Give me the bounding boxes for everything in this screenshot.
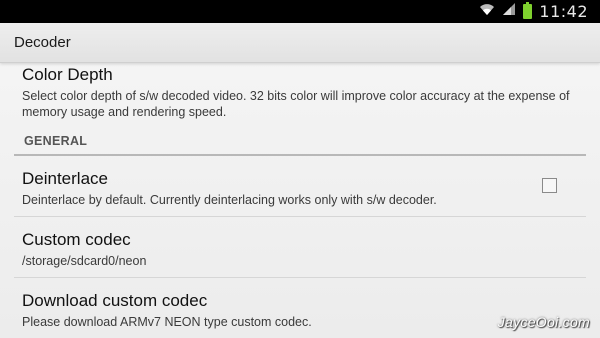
pref-download-codec-title: Download custom codec bbox=[22, 291, 208, 310]
section-divider bbox=[14, 154, 586, 156]
pref-deinterlace-title: Deinterlace bbox=[22, 169, 108, 188]
pref-color-depth-summary: Select color depth of s/w decoded video.… bbox=[22, 89, 570, 119]
pref-deinterlace[interactable]: Deinterlace Deinterlace by default. Curr… bbox=[22, 169, 522, 208]
signal-icon bbox=[502, 2, 516, 21]
divider bbox=[14, 216, 586, 217]
deinterlace-checkbox[interactable] bbox=[542, 178, 557, 193]
decoder-settings-screen: 11:42 Decoder Color Depth Select color d… bbox=[0, 0, 600, 338]
pref-color-depth[interactable]: Color Depth Select color depth of s/w de… bbox=[22, 65, 587, 120]
pref-custom-codec-title: Custom codec bbox=[22, 230, 131, 249]
status-time: 11:42 bbox=[539, 2, 588, 21]
battery-icon bbox=[523, 2, 533, 19]
page-title: Decoder bbox=[14, 34, 71, 51]
wifi-icon bbox=[479, 2, 495, 21]
status-bar: 11:42 bbox=[0, 0, 600, 23]
pref-color-depth-title: Color Depth bbox=[22, 65, 113, 84]
status-icons: 11:42 bbox=[479, 0, 588, 23]
pref-custom-codec[interactable]: Custom codec /storage/sdcard0/neon bbox=[22, 230, 587, 269]
action-bar: Decoder bbox=[0, 23, 600, 63]
watermark: JayceOoi.com bbox=[497, 314, 590, 330]
divider bbox=[14, 277, 586, 278]
section-header-general: GENERAL bbox=[24, 134, 88, 148]
pref-custom-codec-summary: /storage/sdcard0/neon bbox=[22, 254, 147, 268]
pref-deinterlace-summary: Deinterlace by default. Currently deinte… bbox=[22, 193, 437, 207]
